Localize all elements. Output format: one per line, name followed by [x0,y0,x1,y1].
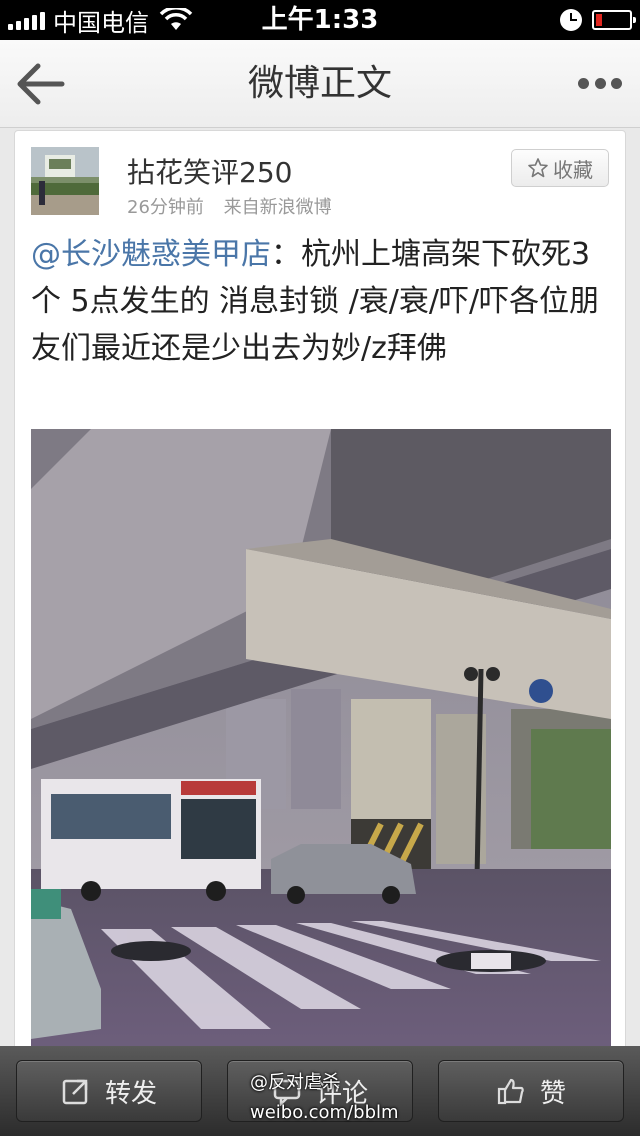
post-source: 来自新浪微博 [223,197,332,218]
nav-bar: 微博正文 [0,40,640,128]
watermark: @反对虐杀 weibo.com/bblm [250,1070,450,1126]
like-label: 赞 [539,1078,566,1109]
post-time: 26分钟前 [127,197,204,218]
watermark-handle: @反对虐杀 [250,1072,340,1093]
avatar[interactable] [31,147,99,215]
thumbs-up-icon [497,1078,524,1105]
more-button[interactable] [578,78,622,90]
like-button[interactable]: 赞 [438,1060,624,1122]
post-card: 拈花笑评250 26分钟前 来自新浪微博 收藏 @长沙魅惑美甲店：杭州上塘高架下… [14,130,626,1060]
clock-icon [560,9,582,31]
battery-icon [592,10,636,30]
favorite-label: 收藏 [553,157,593,182]
post-meta: 26分钟前 来自新浪微博 [127,193,332,219]
repost-icon [62,1079,88,1105]
repost-button[interactable]: 转发 [16,1060,202,1122]
post-text: @长沙魅惑美甲店：杭州上塘高架下砍死3个 5点发生的 消息封锁 /衰/衰/吓/吓… [31,231,611,372]
repost-label: 转发 [104,1078,157,1109]
favorite-button[interactable]: 收藏 [511,149,609,187]
status-bar: 中国电信 上午1:33 [0,0,640,40]
status-time: 上午1:33 [261,5,379,35]
watermark-site: weibo.com/bblm [250,1102,399,1123]
page-title: 微博正文 [247,63,392,104]
star-icon [528,158,548,178]
more-dots-icon [578,78,589,89]
mention-link[interactable]: @长沙魅惑美甲店 [31,237,271,272]
post-image[interactable] [31,429,611,1059]
username[interactable]: 拈花笑评250 [127,151,292,191]
